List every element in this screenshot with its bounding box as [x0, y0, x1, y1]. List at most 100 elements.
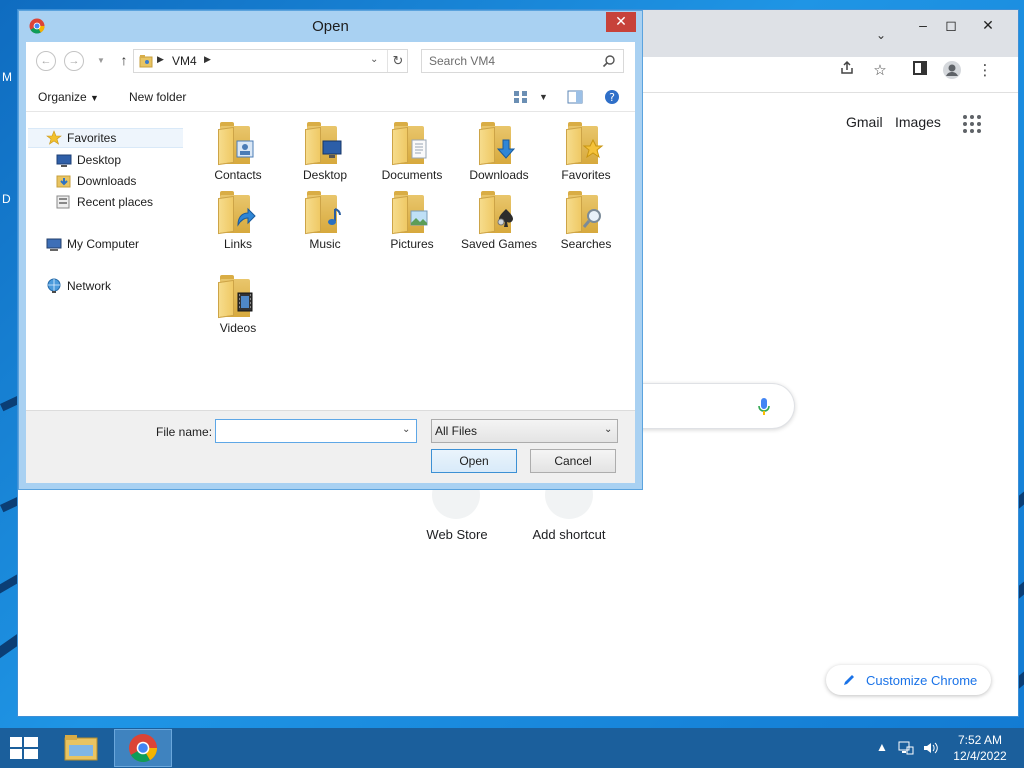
forward-button[interactable]: → — [64, 51, 84, 71]
nav-label: Recent places — [77, 195, 154, 209]
shortcut-label: Add shortcut — [532, 527, 606, 542]
share-icon[interactable] — [835, 60, 859, 82]
nav-label: Downloads — [77, 174, 137, 188]
maximize-icon[interactable]: ◻ — [936, 14, 966, 36]
saved-games-icon — [477, 189, 521, 237]
view-options-chevron-icon[interactable]: ▼ — [539, 92, 548, 102]
search-input[interactable] — [422, 50, 600, 72]
downloads-icon — [477, 120, 521, 168]
dialog-title: Open — [312, 18, 349, 35]
file-name-field[interactable]: ⌄ — [215, 419, 417, 443]
folder-view: Contacts Desktop Documents Downloads Fav… — [196, 114, 635, 410]
navigation-pane: Favorites Desktop Downloads Recent place… — [26, 114, 190, 410]
volume-icon[interactable] — [922, 740, 938, 756]
folder-saved-games[interactable]: Saved Games — [457, 189, 541, 251]
favorites-icon — [564, 120, 608, 168]
dialog-body: ← → ▼ ↑ ▶ VM4 ▶ ⌄ ↻ Organize — [26, 42, 635, 483]
star-icon — [46, 130, 62, 146]
file-type-value: All Files — [435, 424, 478, 438]
breadcrumb-location[interactable]: VM4 — [172, 54, 197, 68]
folder-label: Videos — [219, 321, 257, 335]
bookmark-star-icon[interactable]: ☆ — [868, 60, 892, 82]
address-history-chevron-icon[interactable]: ⌄ — [370, 54, 378, 65]
folder-label: Saved Games — [460, 237, 538, 251]
desktop-icon-label[interactable]: D — [2, 192, 11, 206]
folder-label: Music — [309, 237, 341, 251]
folder-label: Desktop — [302, 168, 348, 182]
recent-places-icon — [56, 194, 72, 210]
search-field[interactable] — [421, 49, 624, 73]
back-button[interactable]: ← — [36, 51, 56, 71]
open-button[interactable]: Open — [431, 449, 517, 473]
nav-item-desktop[interactable]: Desktop — [56, 150, 121, 170]
minimize-icon[interactable]: – — [908, 14, 938, 36]
profile-avatar-icon[interactable] — [940, 60, 964, 82]
folder-videos[interactable]: Videos — [196, 273, 280, 335]
nav-item-recent-places[interactable]: Recent places — [56, 192, 153, 212]
nav-item-my-computer[interactable]: My Computer — [46, 234, 139, 254]
folder-pictures[interactable]: Pictures — [370, 189, 454, 251]
folder-label: Links — [223, 237, 252, 251]
file-explorer-taskbar-button[interactable] — [52, 729, 110, 767]
folder-searches[interactable]: Searches — [544, 189, 628, 251]
folder-desktop[interactable]: Desktop — [283, 120, 367, 182]
clock-time: 7:52 AM — [957, 733, 1003, 747]
chrome-menu-icon[interactable]: ⋮ — [973, 60, 997, 82]
google-apps-icon[interactable] — [963, 115, 981, 133]
voice-search-mic-icon[interactable] — [757, 397, 771, 417]
folder-downloads[interactable]: Downloads — [457, 120, 541, 182]
file-name-input[interactable] — [216, 420, 396, 442]
gmail-link[interactable]: Gmail — [846, 114, 883, 130]
folder-links[interactable]: Links — [196, 189, 280, 251]
help-icon[interactable]: ? — [604, 89, 620, 105]
folder-favorites[interactable]: Favorites — [544, 120, 628, 182]
pictures-icon — [390, 189, 434, 237]
refresh-icon[interactable]: ↻ — [387, 50, 408, 72]
folder-documents[interactable]: Documents — [370, 120, 454, 182]
tab-search-chevron-icon[interactable]: ⌄ — [876, 28, 886, 42]
music-icon — [303, 189, 347, 237]
preview-pane-icon[interactable] — [567, 89, 583, 105]
folder-label: Pictures — [390, 237, 434, 251]
network-status-icon[interactable] — [898, 740, 914, 756]
folder-music[interactable]: Music — [283, 189, 367, 251]
user-folder-icon — [139, 55, 153, 68]
change-view-icon[interactable] — [513, 89, 529, 105]
dialog-close-button[interactable]: ✕ — [606, 12, 636, 32]
search-icon[interactable] — [602, 54, 616, 68]
side-panel-icon[interactable] — [908, 60, 932, 82]
recent-locations-chevron-icon[interactable]: ▼ — [97, 56, 105, 65]
chrome-taskbar-button[interactable] — [114, 729, 172, 767]
system-clock[interactable]: 7:52 AM 12/4/2022 — [948, 732, 1012, 764]
shortcut-label: Web Store — [426, 527, 488, 542]
organize-menu[interactable]: Organize ▼ — [38, 90, 99, 104]
close-icon[interactable]: ✕ — [973, 14, 1003, 36]
file-type-select[interactable]: All Files ⌄ — [431, 419, 618, 443]
documents-icon — [390, 120, 434, 168]
cancel-button[interactable]: Cancel — [530, 449, 616, 473]
new-folder-button[interactable]: New folder — [129, 90, 186, 104]
file-name-history-chevron-icon[interactable]: ⌄ — [402, 424, 410, 435]
organize-label: Organize — [38, 90, 87, 104]
up-one-level-button[interactable]: ↑ — [115, 50, 133, 70]
breadcrumb-separator-icon[interactable]: ▶ — [204, 54, 211, 65]
images-link[interactable]: Images — [895, 114, 941, 130]
customize-chrome-button[interactable]: Customize Chrome — [826, 665, 991, 695]
file-explorer-icon — [64, 735, 98, 761]
svg-text:?: ? — [609, 91, 615, 104]
desktop-icon-label[interactable]: M — [2, 70, 12, 84]
downloads-folder-icon — [56, 173, 72, 189]
nav-item-network[interactable]: Network — [46, 276, 111, 296]
nav-label: My Computer — [67, 237, 140, 251]
address-bar[interactable]: ▶ VM4 ▶ ⌄ ↻ — [133, 49, 408, 73]
links-icon — [216, 189, 260, 237]
dialog-title-bar[interactable]: Open ✕ — [19, 11, 642, 41]
folder-label: Downloads — [469, 168, 529, 182]
pencil-icon — [844, 675, 854, 685]
folder-contacts[interactable]: Contacts — [196, 120, 280, 182]
windows-start-icon[interactable] — [10, 737, 38, 759]
show-hidden-icons-chevron-icon[interactable]: ▲ — [876, 740, 888, 754]
nav-item-downloads[interactable]: Downloads — [56, 171, 136, 191]
nav-item-favorites[interactable]: Favorites — [28, 128, 183, 148]
breadcrumb-separator-icon[interactable]: ▶ — [157, 54, 164, 65]
